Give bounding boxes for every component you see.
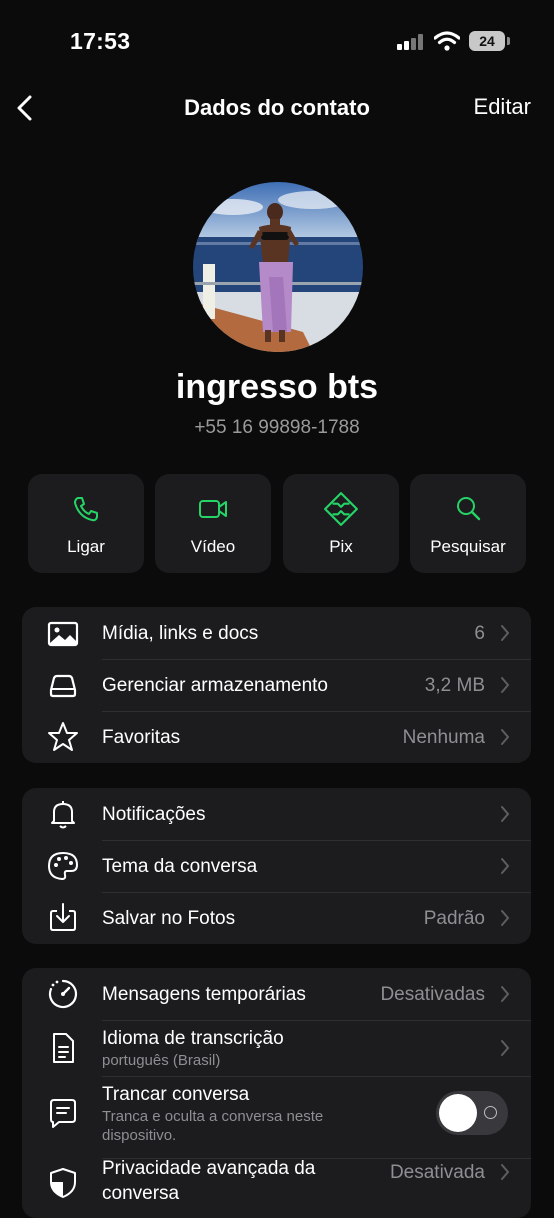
chevron-right-icon xyxy=(501,986,510,1002)
locked-chat-icon xyxy=(50,1099,76,1128)
pix-icon xyxy=(324,492,358,526)
chevron-right-icon xyxy=(501,625,510,641)
bell-icon xyxy=(51,801,75,829)
chevron-right-icon xyxy=(501,1040,510,1056)
advanced-privacy-value: Desativada xyxy=(389,1162,485,1183)
photo-icon xyxy=(47,621,79,647)
lock-chat-label: Trancar conversa xyxy=(102,1084,250,1105)
manage-storage-row[interactable]: Gerenciar armazenamento 3,2 MB xyxy=(22,659,531,711)
notifications-section: Notificações Tema da conversa Salvar no … xyxy=(22,788,531,944)
favorites-row[interactable]: Favoritas Nenhuma xyxy=(22,711,531,763)
pix-label: Pix xyxy=(329,537,353,556)
chevron-right-icon xyxy=(501,729,510,745)
phone-icon xyxy=(74,497,98,522)
palette-icon xyxy=(48,852,78,880)
chevron-right-icon xyxy=(501,677,510,693)
disappearing-messages-value: Desativadas xyxy=(380,984,485,1005)
chat-theme-label: Tema da conversa xyxy=(102,856,258,877)
save-to-photos-label: Salvar no Fotos xyxy=(102,908,236,929)
lock-chat-toggle[interactable] xyxy=(436,1091,508,1135)
contact-phone: +55 16 99898-1788 xyxy=(194,417,360,438)
contact-name: ingresso bts xyxy=(175,368,379,406)
video-button[interactable]: Vídeo xyxy=(155,474,271,573)
star-icon xyxy=(48,722,78,751)
chevron-right-icon xyxy=(501,910,510,926)
document-icon xyxy=(53,1033,74,1063)
status-time: 17:53 xyxy=(70,28,131,54)
chevron-right-icon xyxy=(501,806,510,822)
status-bar: 17:53 24 xyxy=(0,0,554,80)
cellular-signal-icon xyxy=(397,34,425,50)
favorites-value: Nenhuma xyxy=(402,727,485,748)
toggle-off-indicator xyxy=(484,1106,497,1119)
disappearing-messages-label: Mensagens temporárias xyxy=(102,984,306,1005)
disappearing-messages-row[interactable]: Mensagens temporárias Desativadas xyxy=(22,968,531,1020)
toggle-knob xyxy=(439,1094,477,1132)
storage-icon xyxy=(49,674,77,698)
pix-button[interactable]: Pix xyxy=(283,474,399,573)
shield-icon xyxy=(50,1168,76,1198)
page-title: Dados do contato xyxy=(184,95,370,120)
chevron-right-icon xyxy=(501,1164,510,1180)
search-icon xyxy=(457,497,481,521)
chevron-right-icon xyxy=(501,858,510,874)
video-camera-icon xyxy=(199,500,227,518)
notifications-label: Notificações xyxy=(102,804,206,825)
advanced-privacy-row[interactable]: Privacidade avançada da conversa Desativ… xyxy=(22,1158,531,1218)
lock-chat-sublabel: Tranca e oculta a conversa neste disposi… xyxy=(102,1108,324,1144)
timer-icon xyxy=(48,979,78,1009)
video-label: Vídeo xyxy=(190,537,236,556)
profile-photo xyxy=(193,182,363,352)
lock-chat-row: Trancar conversa Tranca e oculta a conve… xyxy=(22,1076,531,1158)
search-button[interactable]: Pesquisar xyxy=(410,474,526,573)
storage-size: 3,2 MB xyxy=(424,675,485,696)
battery-icon: 24 xyxy=(469,31,505,51)
media-links-docs-row[interactable]: Mídia, links e docs 6 xyxy=(22,607,531,659)
manage-storage-label: Gerenciar armazenamento xyxy=(102,675,328,696)
save-to-photos-value: Padrão xyxy=(423,908,485,929)
notifications-row[interactable]: Notificações xyxy=(22,788,531,840)
transcription-language-label: Idioma de transcrição xyxy=(102,1028,284,1049)
favorites-label: Favoritas xyxy=(102,727,181,748)
call-button[interactable]: Ligar xyxy=(28,474,144,573)
wifi-icon xyxy=(434,31,460,51)
save-to-photos-row[interactable]: Salvar no Fotos Padrão xyxy=(22,892,531,944)
advanced-privacy-label: Privacidade avançada da conversa xyxy=(102,1158,316,1204)
transcription-language-row[interactable]: Idioma de transcrição português (Brasil) xyxy=(22,1020,531,1076)
media-links-docs-label: Mídia, links e docs xyxy=(102,623,259,644)
transcription-language-sublabel: português (Brasil) xyxy=(102,1052,221,1069)
chat-theme-row[interactable]: Tema da conversa xyxy=(22,840,531,892)
edit-button[interactable]: Editar xyxy=(474,94,531,120)
media-storage-section: Mídia, links e docs 6 Gerenciar armazena… xyxy=(22,607,531,763)
contact-avatar[interactable] xyxy=(193,182,363,352)
battery-tip xyxy=(507,37,510,45)
media-count: 6 xyxy=(474,623,485,644)
search-label: Pesquisar xyxy=(430,537,506,556)
download-icon xyxy=(50,903,76,931)
nav-bar: Dados do contato Editar xyxy=(0,82,554,132)
call-label: Ligar xyxy=(67,537,105,556)
privacy-section: Mensagens temporárias Desativadas Idioma… xyxy=(22,968,531,1218)
